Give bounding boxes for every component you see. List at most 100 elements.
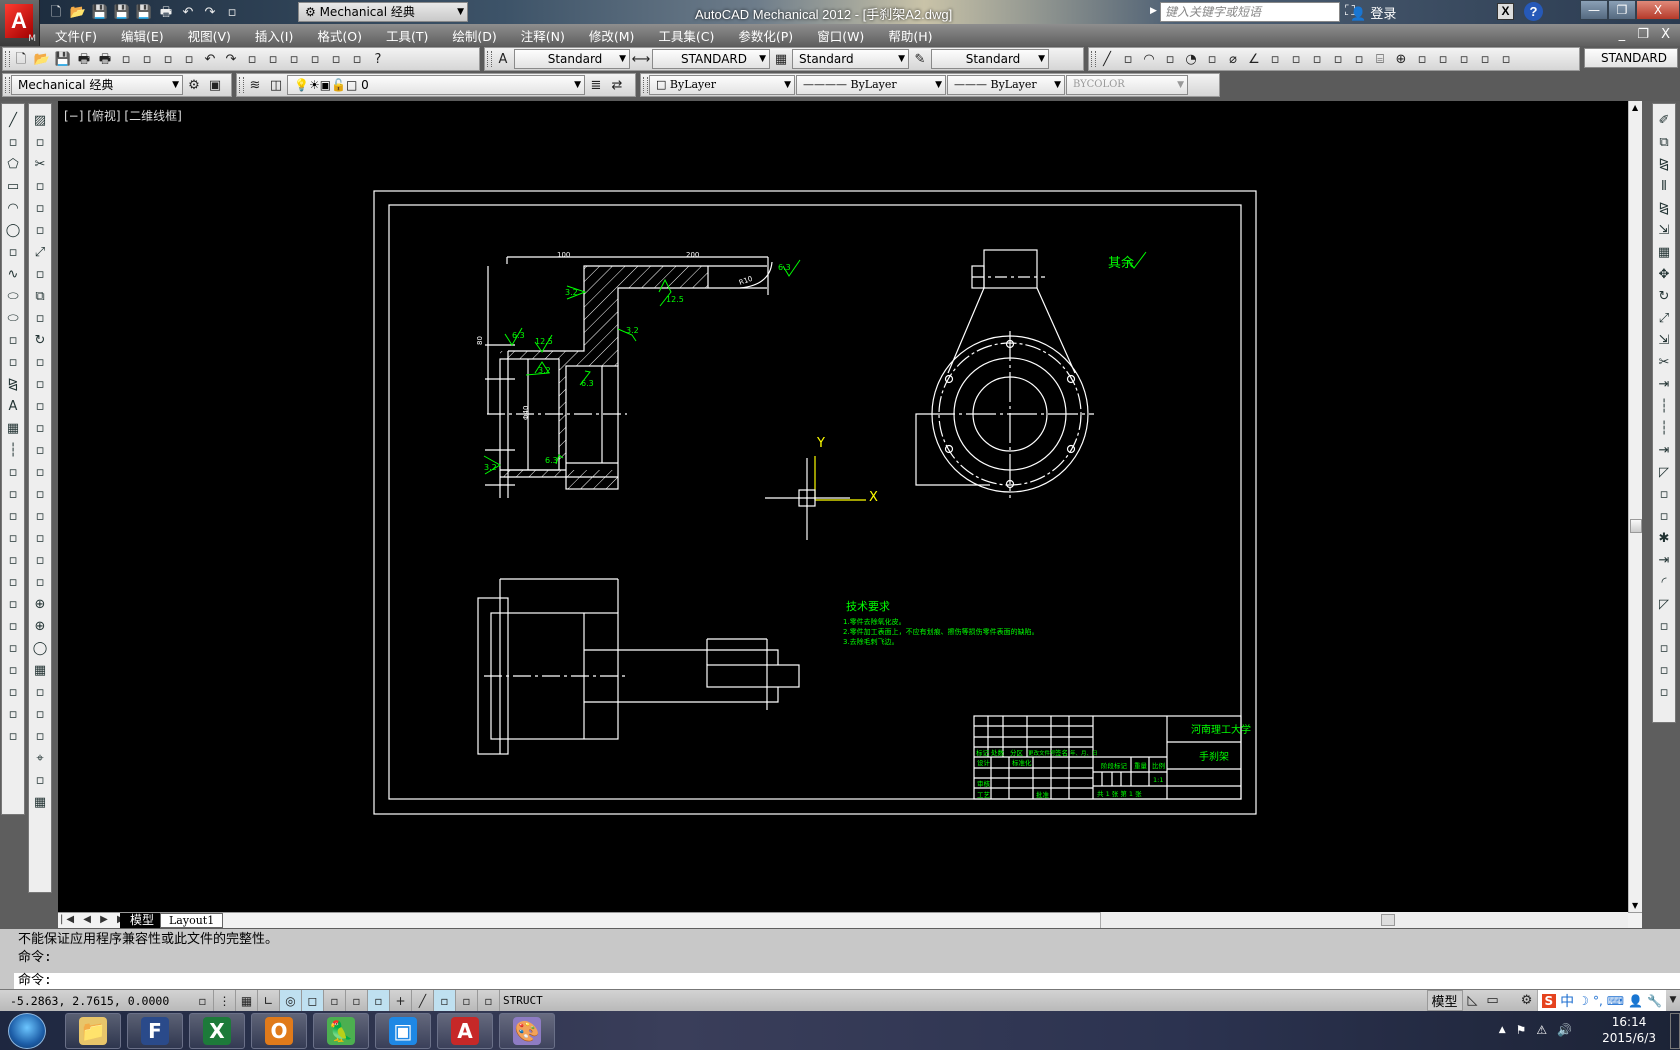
svg-text:手刹架: 手刹架 xyxy=(1199,750,1229,763)
break-point-icon[interactable]: ┆ xyxy=(1654,418,1674,438)
show-hidden-icons[interactable]: ▲ xyxy=(1499,1025,1506,1035)
command-input[interactable]: 命令: xyxy=(14,973,1680,989)
scroll-thumb[interactable] xyxy=(1381,914,1395,926)
stretch-icon[interactable]: ⇲ xyxy=(1654,330,1674,350)
network-warning-icon[interactable]: ⚠ xyxy=(1536,1023,1547,1037)
chamfer-circle-icon[interactable]: ◸ xyxy=(1654,462,1674,482)
command-history-line: 命令: xyxy=(18,950,52,965)
chamfer-icon[interactable]: ◸ xyxy=(1654,594,1674,614)
move-icon[interactable]: ✥ xyxy=(1654,264,1674,284)
3d-osnap-icon[interactable]: ▫ xyxy=(324,990,346,1011)
start-button[interactable] xyxy=(8,1013,46,1049)
svg-text:6.3: 6.3 xyxy=(778,263,791,272)
explode-icon[interactable]: ✱ xyxy=(1654,528,1674,548)
grip-edit-icon[interactable]: ▫ xyxy=(1654,506,1674,526)
technical-requirements: 技术要求 1.零件去除氧化皮。 2.零件加工表面上，不应有划痕、擦伤等损伤零件表… xyxy=(843,600,1039,646)
clock[interactable]: 16:14 2015/6/3 xyxy=(1602,1014,1656,1046)
roughness-values: 6.3 12.5 3.2 6.3 12.5 3.2 3.2 6.3 3.2 6.… xyxy=(484,263,791,472)
snap-icon[interactable]: ⋮ xyxy=(214,990,236,1011)
offset-icon[interactable]: ⫴ xyxy=(1654,176,1674,196)
lineweight-icon[interactable]: ╱ xyxy=(412,990,434,1011)
svg-text:比例: 比例 xyxy=(1152,761,1165,770)
osnap-icon[interactable]: ◻ xyxy=(302,990,324,1011)
application-menu-button[interactable]: A M xyxy=(0,0,40,46)
outlook-icon[interactable]: O xyxy=(251,1013,307,1049)
infer-constraints-icon[interactable]: ▫ xyxy=(192,990,214,1011)
quick-view-layouts-icon[interactable]: ◺ xyxy=(1463,991,1483,1011)
excel-icon[interactable]: X xyxy=(189,1013,245,1049)
svg-text:80: 80 xyxy=(476,336,484,345)
model-space-button[interactable]: 模型 xyxy=(1426,990,1463,1011)
scroll-down-icon[interactable]: ▼ xyxy=(1632,901,1638,910)
copy-icon[interactable]: ⧉ xyxy=(1654,132,1674,152)
paint-icon[interactable]: 🎨 xyxy=(499,1013,555,1049)
wrench-icon[interactable]: 🔧 xyxy=(1647,994,1662,1008)
ucs-y-label: Y xyxy=(816,436,825,451)
show-desktop-button[interactable] xyxy=(1670,1013,1680,1049)
struct-toggle[interactable]: STRUCT xyxy=(500,990,546,1011)
parrot-app-icon[interactable]: 🦜 xyxy=(313,1013,369,1049)
tab-model[interactable]: 模型 xyxy=(120,913,165,928)
power-dim-icon[interactable]: ▫ xyxy=(1654,484,1674,504)
transparency-icon[interactable]: ▫ xyxy=(434,990,456,1011)
polar-icon[interactable]: ◎ xyxy=(280,990,302,1011)
keyboard-icon[interactable]: ⌨ xyxy=(1607,994,1624,1008)
otrack-icon[interactable]: ▫ xyxy=(346,990,368,1011)
mirror-copy-icon[interactable]: ⧎ xyxy=(1654,154,1674,174)
svg-text:审核: 审核 xyxy=(977,779,991,788)
3d-edit-icon[interactable]: ▫ xyxy=(1654,682,1674,702)
break-icon[interactable]: ┆ xyxy=(1654,396,1674,416)
punctuation-icon[interactable]: °, xyxy=(1593,994,1603,1008)
action-center-flag-icon[interactable]: ⚑ xyxy=(1516,1023,1527,1037)
foxmail-icon[interactable]: F xyxy=(127,1013,183,1049)
ime-language[interactable]: 中 xyxy=(1560,991,1574,1011)
stretch-fill-icon[interactable]: ⇲ xyxy=(1654,220,1674,240)
join-icon[interactable]: ⇥ xyxy=(1654,440,1674,460)
selection-cycling-icon[interactable]: ▫ xyxy=(478,990,500,1011)
dyn-icon[interactable]: + xyxy=(390,990,412,1011)
scale-icon[interactable]: ⤢ xyxy=(1654,308,1674,328)
status-menu-icon[interactable]: ▼ xyxy=(1666,991,1680,1011)
vertical-scrollbar[interactable]: ▲ ▼ xyxy=(1628,101,1642,912)
round-icon[interactable]: ▫ xyxy=(1654,660,1674,680)
window-app-icon[interactable]: ▣ xyxy=(375,1013,431,1049)
extend-icon[interactable]: ⇥ xyxy=(1654,374,1674,394)
grid-icon[interactable]: ▦ xyxy=(236,990,258,1011)
explorer-icon[interactable]: 📁 xyxy=(65,1013,121,1049)
svg-text:6.3: 6.3 xyxy=(581,379,594,388)
drafting-toggles: ▫ ⋮ ▦ ∟ ◎ ◻ ▫ ▫ ▫ + ╱ ▫ ▫ ▫ STRUCT xyxy=(192,990,546,1011)
svg-text:6.3: 6.3 xyxy=(512,331,525,340)
svg-text:200: 200 xyxy=(686,251,699,259)
workspace-switch-icon[interactable]: ⚙ xyxy=(1517,991,1537,1011)
quick-properties-icon[interactable]: ▫ xyxy=(456,990,478,1011)
command-history: 不能保证应用程序兼容性或此文件的完整性。 命令: xyxy=(14,929,1680,973)
user-icon[interactable]: 👤 xyxy=(1628,994,1643,1008)
autocad-icon[interactable]: A xyxy=(437,1013,493,1049)
svg-text:标准化: 标准化 xyxy=(1012,758,1032,767)
corner-line-icon[interactable]: ▫ xyxy=(1654,638,1674,658)
fillet-icon[interactable]: ◜ xyxy=(1654,572,1674,592)
svg-text:1:1: 1:1 xyxy=(1153,776,1163,784)
svg-text:共 1 张 第 1 张: 共 1 张 第 1 张 xyxy=(1097,789,1142,798)
svg-text:3.2: 3.2 xyxy=(626,326,639,335)
sogou-ime-icon[interactable]: S xyxy=(1541,993,1557,1008)
tab-layout1[interactable]: Layout1 xyxy=(160,913,224,928)
scroll-thumb[interactable] xyxy=(1630,519,1642,533)
ducs-icon[interactable]: ▫ xyxy=(368,990,390,1011)
horizontal-scrollbar[interactable] xyxy=(1100,912,1628,928)
quick-view-drawings-icon[interactable]: ▭ xyxy=(1483,991,1503,1011)
rotate-icon[interactable]: ↻ xyxy=(1654,286,1674,306)
scroll-up-icon[interactable]: ▲ xyxy=(1632,103,1638,112)
command-window-grip[interactable] xyxy=(0,929,14,989)
half-width-icon[interactable]: ☽ xyxy=(1578,994,1589,1008)
volume-icon[interactable]: 🔊 xyxy=(1557,1023,1572,1037)
join-line-icon[interactable]: ⇥ xyxy=(1654,550,1674,570)
corner-icon[interactable]: ▫ xyxy=(1654,616,1674,636)
erase-icon[interactable]: ✐ xyxy=(1654,110,1674,130)
array-icon[interactable]: ▦ xyxy=(1654,242,1674,262)
mirror-icon[interactable]: ⧎ xyxy=(1654,198,1674,218)
trim-icon[interactable]: ✂ xyxy=(1654,352,1674,372)
status-bar: -5.2863, 2.7615, 0.0000 ▫ ⋮ ▦ ∟ ◎ ◻ ▫ ▫ ▫ + ╱ ▫ ▫ ▫ ST… xyxy=(0,989,1680,1011)
ortho-icon[interactable]: ∟ xyxy=(258,990,280,1011)
coordinates-readout[interactable]: -5.2863, 2.7615, 0.0000 xyxy=(10,994,169,1008)
